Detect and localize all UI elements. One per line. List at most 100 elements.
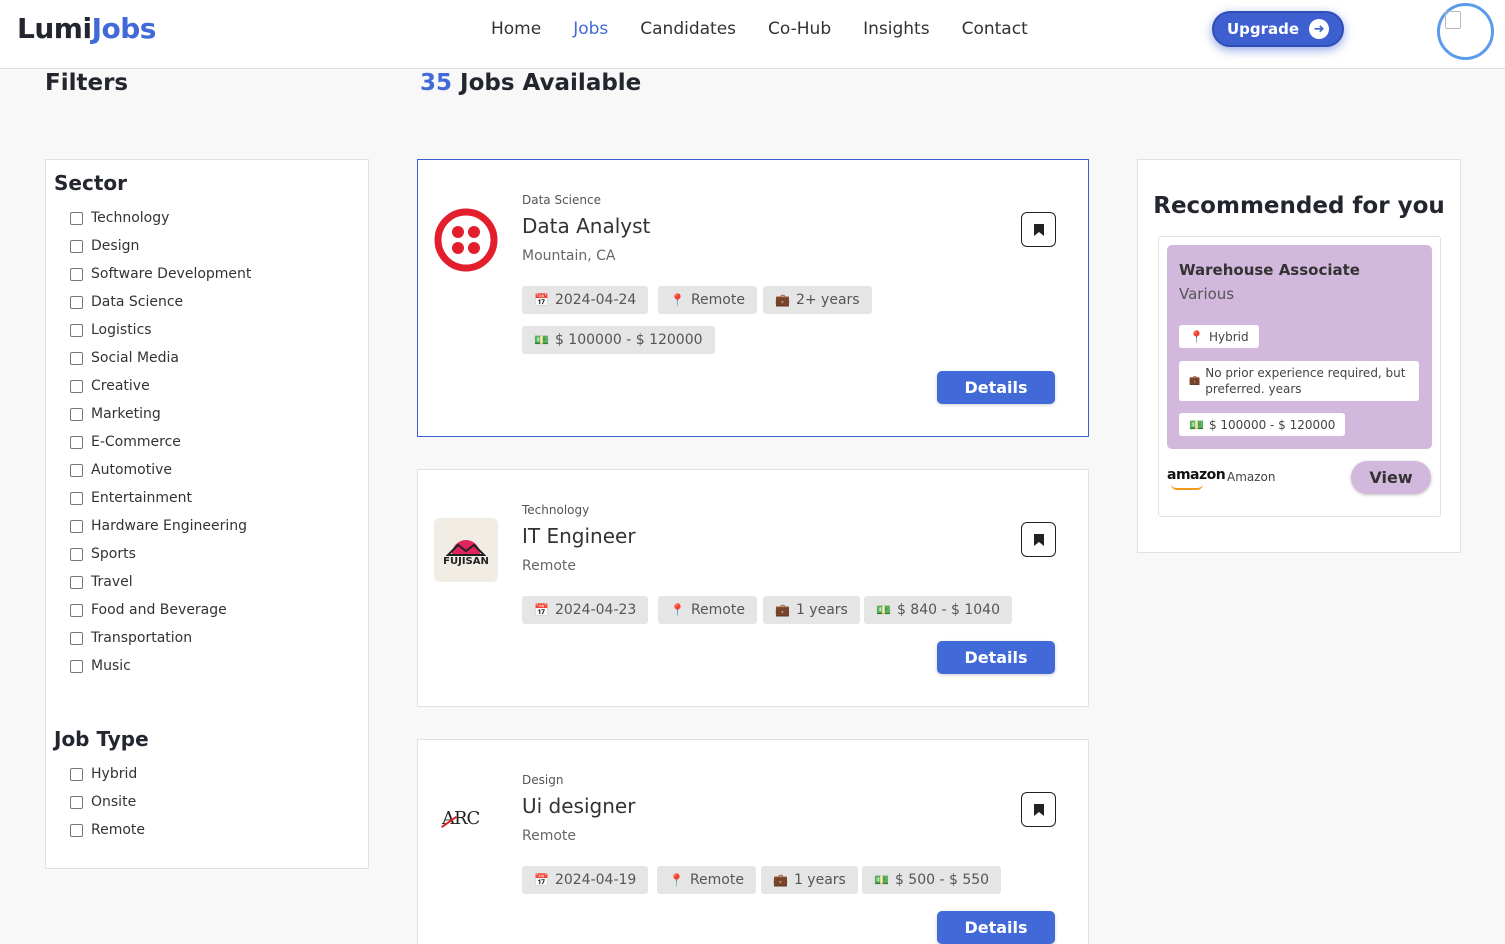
option-label: Music bbox=[91, 658, 131, 674]
job-type-option[interactable]: Onsite bbox=[70, 792, 136, 812]
user-avatar[interactable] bbox=[1437, 3, 1494, 60]
sector-option[interactable]: Sports bbox=[70, 544, 136, 564]
checkbox[interactable] bbox=[70, 547, 83, 561]
option-label: Creative bbox=[91, 378, 150, 394]
sector-option[interactable]: Travel bbox=[70, 572, 133, 592]
pill-text: 2024-04-19 bbox=[554, 872, 637, 888]
location-pin-icon: 📍 bbox=[669, 873, 684, 887]
briefcase-icon: 💼 bbox=[773, 873, 788, 887]
option-label: Travel bbox=[91, 574, 133, 590]
main-nav: Home Jobs Candidates Co-Hub Insights Con… bbox=[491, 19, 1060, 39]
recommended-job-card[interactable]: Warehouse Associate Various 📍 Hybrid 💼 No … bbox=[1158, 236, 1441, 517]
job-card[interactable]: ARC Design Ui designer Remote 📅 2024-04-1… bbox=[417, 739, 1089, 944]
job-title[interactable]: IT Engineer bbox=[522, 524, 636, 548]
bookmark-button[interactable] bbox=[1021, 792, 1056, 827]
sector-option[interactable]: Music bbox=[70, 656, 131, 676]
checkbox[interactable] bbox=[70, 603, 83, 617]
details-button[interactable]: Details bbox=[937, 641, 1055, 674]
sector-option[interactable]: Marketing bbox=[70, 404, 161, 424]
job-type-option[interactable]: Hybrid bbox=[70, 764, 137, 784]
checkbox[interactable] bbox=[70, 435, 83, 449]
sector-option[interactable]: Transportation bbox=[70, 628, 192, 648]
salary-pill: 💵 $ 100000 - $ 120000 bbox=[522, 326, 715, 354]
checkbox[interactable] bbox=[70, 295, 83, 309]
sector-option[interactable]: Hardware Engineering bbox=[70, 516, 247, 536]
location-pin-icon: 📍 bbox=[670, 293, 685, 307]
job-title[interactable]: Ui designer bbox=[522, 794, 635, 818]
option-label: Entertainment bbox=[91, 490, 193, 506]
checkbox[interactable] bbox=[70, 659, 83, 673]
date-pill: 📅 2024-04-24 bbox=[522, 286, 649, 314]
nav-candidates[interactable]: Candidates bbox=[640, 19, 736, 39]
option-label: Design bbox=[91, 238, 140, 254]
option-label: E-Commerce bbox=[91, 434, 181, 450]
logo-part-jobs: Jobs bbox=[91, 12, 157, 45]
checkbox[interactable] bbox=[70, 519, 83, 533]
sector-option[interactable]: Food and Beverage bbox=[70, 600, 227, 620]
view-button[interactable]: View bbox=[1351, 461, 1431, 494]
salary-pill: 💵 $ 500 - $ 550 bbox=[862, 866, 1002, 894]
option-label: Software Development bbox=[91, 266, 252, 282]
checkbox[interactable] bbox=[70, 239, 83, 253]
top-navbar: LumiJobs Home Jobs Candidates Co-Hub Ins… bbox=[0, 0, 1505, 69]
date-pill: 📅 2024-04-19 bbox=[522, 866, 649, 894]
bookmark-button[interactable] bbox=[1021, 212, 1056, 247]
sector-option[interactable]: Software Development bbox=[70, 264, 251, 284]
details-button[interactable]: Details bbox=[937, 911, 1055, 944]
job-title[interactable]: Data Analyst bbox=[522, 214, 650, 238]
salary-pill: 💵 $ 840 - $ 1040 bbox=[864, 596, 1012, 624]
sector-option[interactable]: Creative bbox=[70, 376, 150, 396]
checkbox[interactable] bbox=[70, 463, 83, 477]
date-pill: 📅 2024-04-23 bbox=[522, 596, 649, 624]
option-label: Social Media bbox=[91, 350, 180, 366]
sector-option[interactable]: Technology bbox=[70, 208, 169, 228]
arc-wordmark: ARC bbox=[442, 808, 480, 829]
checkbox[interactable] bbox=[70, 491, 83, 505]
checkbox[interactable] bbox=[70, 767, 83, 781]
nav-insights[interactable]: Insights bbox=[863, 19, 929, 39]
checkbox[interactable] bbox=[70, 407, 83, 421]
sector-option[interactable]: Entertainment bbox=[70, 488, 192, 508]
option-label: Onsite bbox=[91, 794, 137, 810]
sector-option[interactable]: Automotive bbox=[70, 460, 172, 480]
nav-home[interactable]: Home bbox=[491, 19, 541, 39]
job-category: Data Science bbox=[522, 193, 601, 207]
checkbox[interactable] bbox=[70, 631, 83, 645]
bookmark-icon bbox=[1033, 533, 1044, 546]
upgrade-button[interactable]: Upgrade ➜ bbox=[1212, 11, 1344, 47]
recommended-job-body: Warehouse Associate Various 📍 Hybrid 💼 No … bbox=[1167, 245, 1432, 449]
recommended-panel: Recommended for you Warehouse Associate … bbox=[1137, 159, 1461, 553]
briefcase-icon: 💼 bbox=[775, 293, 790, 307]
job-card[interactable]: FUJISAN Technology IT Engineer Remote 📅 2… bbox=[417, 469, 1089, 707]
sector-option[interactable]: Logistics bbox=[70, 320, 152, 340]
nav-jobs[interactable]: Jobs bbox=[573, 19, 608, 39]
twilio-logo-icon bbox=[434, 208, 498, 272]
checkbox[interactable] bbox=[70, 379, 83, 393]
pill-text: 2024-04-24 bbox=[554, 292, 637, 308]
checkbox[interactable] bbox=[70, 323, 83, 337]
brand-logo[interactable]: LumiJobs bbox=[17, 12, 156, 45]
option-label: Remote bbox=[91, 822, 146, 838]
checkbox[interactable] bbox=[70, 823, 83, 837]
sector-option[interactable]: Social Media bbox=[70, 348, 179, 368]
nav-co-hub[interactable]: Co-Hub bbox=[768, 19, 831, 39]
sector-option[interactable]: E-Commerce bbox=[70, 432, 181, 452]
job-card[interactable]: Data Science Data Analyst Mountain, CA 📅… bbox=[417, 159, 1089, 437]
amazon-smile-icon bbox=[1171, 484, 1203, 490]
job-type-option[interactable]: Remote bbox=[70, 820, 145, 840]
details-button[interactable]: Details bbox=[937, 371, 1055, 404]
recommended-company-name: Amazon bbox=[1227, 470, 1276, 484]
experience-pill: 💼 No prior experience required, but prefe… bbox=[1179, 361, 1419, 401]
checkbox[interactable] bbox=[70, 211, 83, 225]
mode-pill: 📍 Remote bbox=[658, 596, 757, 624]
sector-option[interactable]: Data Science bbox=[70, 292, 183, 312]
checkbox[interactable] bbox=[70, 575, 83, 589]
checkbox[interactable] bbox=[70, 351, 83, 365]
job-category: Design bbox=[522, 773, 564, 787]
nav-contact[interactable]: Contact bbox=[962, 19, 1028, 39]
sector-option[interactable]: Design bbox=[70, 236, 139, 256]
bookmark-button[interactable] bbox=[1021, 522, 1056, 557]
checkbox[interactable] bbox=[70, 267, 83, 281]
checkbox[interactable] bbox=[70, 795, 83, 809]
recommended-heading: Recommended for you bbox=[1153, 193, 1445, 219]
